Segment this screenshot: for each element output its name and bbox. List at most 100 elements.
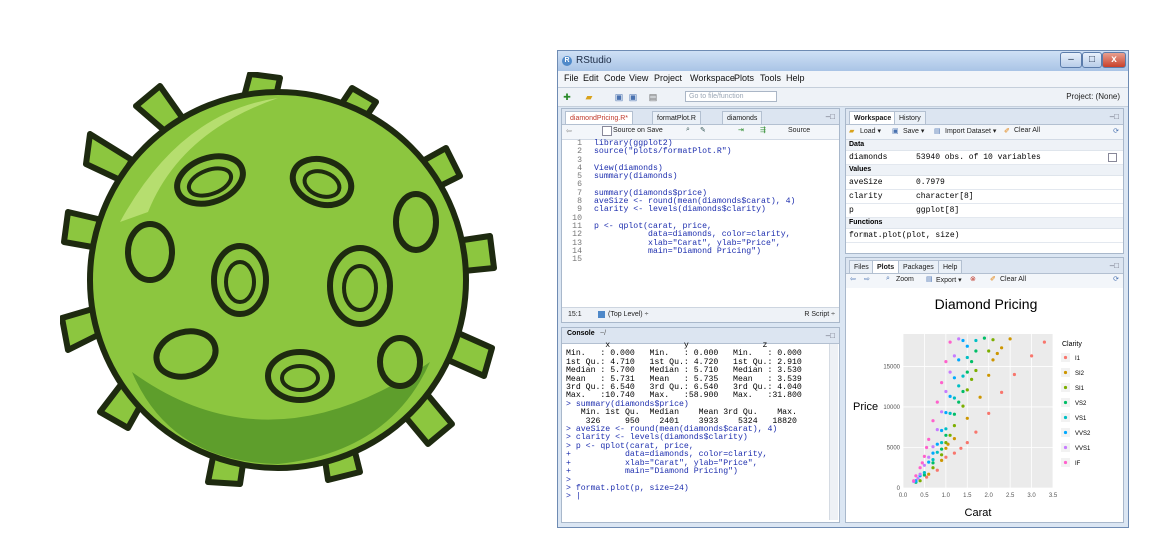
back-icon[interactable]: ⇦ bbox=[566, 127, 572, 135]
refresh-icon[interactable]: ⟳ bbox=[1113, 275, 1119, 283]
main-toolbar: ✚ ▰ ▣ ▣ ▤ Go to file/function Project: (… bbox=[558, 88, 1128, 107]
tab-help[interactable]: Help bbox=[938, 260, 963, 273]
data-point bbox=[935, 468, 939, 472]
export-button[interactable]: Export ▾ bbox=[936, 276, 962, 284]
tab-packages[interactable]: Packages bbox=[898, 260, 939, 273]
workspace-row-avesize[interactable]: aveSize 0.7979 bbox=[846, 176, 1123, 190]
legend-swatch bbox=[1063, 430, 1068, 435]
new-file-icon[interactable]: ✚ bbox=[562, 92, 572, 102]
tab-files[interactable]: Files bbox=[849, 260, 874, 273]
pane-minmax-icon[interactable]: –□ bbox=[1110, 112, 1119, 121]
y-tick-label: 10000 bbox=[883, 405, 900, 411]
broom-icon: ✐ bbox=[990, 276, 996, 283]
code-editor[interactable]: library(ggplot2) source("plots/formatPlot… bbox=[594, 139, 795, 264]
data-point bbox=[931, 419, 935, 423]
tab-workspace[interactable]: Workspace bbox=[849, 111, 897, 124]
menu-help[interactable]: Help bbox=[786, 73, 805, 83]
view-data-icon[interactable] bbox=[1108, 153, 1117, 162]
data-point bbox=[916, 476, 920, 480]
load-button[interactable]: Load ▾ bbox=[860, 127, 881, 135]
legend-swatch bbox=[1063, 445, 1068, 450]
tab-plots[interactable]: Plots bbox=[872, 260, 900, 273]
code-tools-icon[interactable]: ✎ bbox=[700, 126, 706, 134]
console-output[interactable]: x y z Min. : 0.000 Min. : 0.000 Min. : 0… bbox=[566, 341, 812, 502]
workspace-row-clarity[interactable]: clarity character[8] bbox=[846, 190, 1123, 204]
open-folder-icon[interactable]: ▰ bbox=[584, 92, 594, 102]
clear-all-button[interactable]: Clear All bbox=[1014, 127, 1040, 134]
menu-plots[interactable]: Plots bbox=[734, 73, 754, 83]
data-point bbox=[914, 474, 918, 478]
data-point bbox=[927, 472, 931, 476]
y-tick-label: 5000 bbox=[887, 445, 901, 451]
data-point bbox=[991, 358, 995, 362]
tab-formatplot[interactable]: formatPlot.R bbox=[652, 111, 701, 124]
data-point bbox=[1000, 346, 1004, 350]
data-point bbox=[1042, 340, 1046, 344]
data-point bbox=[952, 424, 956, 428]
menu-code[interactable]: Code bbox=[604, 73, 626, 83]
plots-pane: Files Plots Packages Help –□ ⇦ ⇨ ⌕ Zoom … bbox=[845, 257, 1124, 523]
save-button[interactable]: Save ▾ bbox=[903, 127, 924, 135]
code-line: main="Diamond Pricing") bbox=[594, 246, 762, 256]
menu-tools[interactable]: Tools bbox=[760, 73, 781, 83]
data-point bbox=[965, 388, 969, 392]
pane-minmax-icon[interactable]: –□ bbox=[826, 331, 835, 340]
find-icon[interactable]: ⌕ bbox=[686, 126, 690, 134]
pane-minmax-icon[interactable]: –□ bbox=[1110, 261, 1119, 270]
minimize-button[interactable]: – bbox=[1060, 52, 1082, 68]
var-name: clarity bbox=[849, 192, 883, 201]
menu-project[interactable]: Project bbox=[654, 73, 682, 83]
pane-minmax-icon[interactable]: –□ bbox=[826, 112, 835, 121]
source-button[interactable]: Source bbox=[788, 127, 810, 134]
print-icon[interactable]: ▤ bbox=[648, 92, 658, 102]
menu-workspace[interactable]: Workspace bbox=[690, 73, 735, 83]
prev-plot-icon[interactable]: ⇦ bbox=[850, 275, 856, 283]
clear-plots-button[interactable]: Clear All bbox=[1000, 276, 1026, 283]
source-on-save-checkbox[interactable] bbox=[602, 126, 612, 136]
goto-file-input[interactable]: Go to file/function bbox=[685, 91, 777, 102]
console-scrollbar[interactable] bbox=[829, 344, 838, 520]
workspace-row-diamonds[interactable]: diamonds 53940 obs. of 10 variables bbox=[846, 151, 1123, 165]
data-point bbox=[922, 454, 926, 458]
data-point bbox=[991, 338, 995, 342]
project-menu[interactable]: Project: (None) bbox=[1066, 92, 1120, 101]
workspace-row-p[interactable]: p ggplot[8] bbox=[846, 204, 1123, 218]
tab-diamonds[interactable]: diamonds bbox=[722, 111, 763, 124]
data-point bbox=[961, 389, 965, 394]
zoom-button[interactable]: Zoom bbox=[896, 276, 914, 283]
menu-edit[interactable]: Edit bbox=[583, 73, 599, 83]
run-icon[interactable]: ⇥ bbox=[738, 126, 744, 134]
refresh-icon[interactable]: ⟳ bbox=[1113, 127, 1119, 135]
workspace-row-formatplot[interactable]: format.plot(plot, size) bbox=[846, 229, 1123, 243]
data-point bbox=[952, 376, 956, 380]
legend-swatch bbox=[1063, 400, 1068, 405]
tab-history[interactable]: History bbox=[894, 111, 926, 124]
legend-label: VS1 bbox=[1075, 416, 1087, 422]
data-point bbox=[944, 427, 948, 431]
data-point bbox=[959, 446, 963, 450]
functions-header: Functions bbox=[846, 218, 1123, 229]
rerun-icon[interactable]: ⇶ bbox=[760, 126, 766, 134]
data-point bbox=[974, 349, 978, 353]
data-point bbox=[931, 458, 935, 462]
menu-view[interactable]: View bbox=[629, 73, 648, 83]
save-icon[interactable]: ▣ bbox=[614, 92, 624, 102]
editor-tabbar: diamondPricing.R* formatPlot.R diamonds … bbox=[562, 109, 839, 125]
data-point bbox=[944, 360, 948, 364]
menu-file[interactable]: File bbox=[564, 73, 579, 83]
next-plot-icon[interactable]: ⇨ bbox=[864, 275, 870, 283]
save-all-icon[interactable]: ▣ bbox=[628, 92, 638, 102]
maximize-button[interactable]: □ bbox=[1082, 52, 1102, 68]
import-dataset-button[interactable]: Import Dataset ▾ bbox=[945, 127, 996, 135]
line-numbers: 1 2 3 4 5 6 7 8 9 10 11 12 13 14 15 bbox=[564, 139, 582, 264]
filetype-selector[interactable]: R Script ÷ bbox=[804, 311, 835, 318]
close-button[interactable]: x bbox=[1102, 52, 1126, 68]
tab-diamondpricing[interactable]: diamondPricing.R* bbox=[565, 111, 633, 124]
virus-illustration bbox=[60, 72, 497, 487]
plots-tabbar: Files Plots Packages Help –□ bbox=[846, 258, 1123, 274]
data-point bbox=[912, 479, 916, 483]
remove-plot-icon[interactable]: ⊗ bbox=[970, 275, 976, 283]
data-point bbox=[987, 373, 991, 377]
data-point bbox=[952, 396, 956, 400]
scope-selector[interactable]: (Top Level) ÷ bbox=[608, 311, 648, 318]
